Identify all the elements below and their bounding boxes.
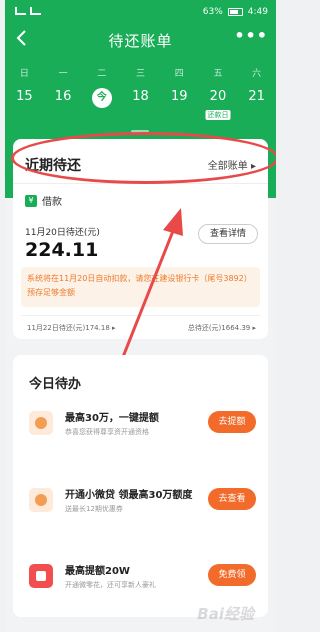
weekday-label: 六 — [252, 69, 262, 79]
date-row: 15 16 今 18 19 20 还款日 21 — [5, 84, 276, 120]
todo-title: 今日待办 — [29, 377, 82, 392]
due-date-number: 20 — [209, 89, 227, 104]
nav-bar: 待还账单 ••• — [5, 26, 276, 54]
loan-tag-label: 借款 — [42, 197, 62, 208]
recent-due-title: 近期待还 — [25, 158, 81, 174]
all-bills-label: 全部账单 — [207, 161, 248, 172]
todo-item-title: 最高30万，一键提额 — [65, 413, 159, 424]
status-right: 63% 4:49 — [203, 7, 268, 17]
battery-percent: 63% — [202, 7, 223, 17]
todo-item-subtitle: 送最长12期优惠券 — [65, 505, 123, 513]
drag-handle[interactable] — [131, 130, 149, 133]
weekday-label: 二 — [97, 69, 107, 79]
more-icon[interactable]: ••• — [234, 26, 268, 45]
total-due-summary[interactable]: 总待还(元)1664.39 ▸ — [188, 323, 256, 333]
todo-item-subtitle: 开通微零花，还可享新人豪礼 — [65, 581, 156, 589]
recent-due-card: 近期待还 全部账单 ▸ ¥ 借款 11月20日待还(元) 224.11 查看详情… — [13, 139, 268, 339]
limit-boost-icon — [29, 411, 53, 435]
auto-debit-notice: 系统将在11月20日自动扣款，请您在建设银行卡（尾号3892）预存足够金额 — [21, 267, 260, 307]
divider — [21, 315, 260, 316]
calendar-date-today[interactable]: 今 — [82, 84, 121, 110]
total-due-text: 总待还(元)1664.39 — [187, 324, 251, 332]
status-left — [15, 7, 41, 15]
micro-loan-icon — [29, 488, 53, 512]
app-screen: 63% 4:49 待还账单 ••• 日 一 二 三 四 五 六 15 16 今 … — [5, 0, 276, 632]
calendar-date[interactable]: 16 — [44, 84, 83, 110]
due-amount-label: 11月20日待还(元) — [25, 228, 100, 238]
chevron-right-icon: ▸ — [250, 161, 256, 172]
loan-icon: ¥ — [25, 194, 37, 207]
loan-tag: ¥ 借款 — [25, 193, 62, 208]
next-due-summary[interactable]: 11月22日待还(元)174.18 ▸ — [27, 323, 116, 333]
todo-item-subtitle: 恭喜您获得尊享资开通资格 — [65, 428, 149, 436]
red-envelope-icon — [29, 564, 53, 588]
next-due-text: 11月22日待还(元)174.18 — [27, 324, 110, 332]
calendar-date[interactable]: 15 — [5, 84, 44, 110]
watermark: Bai经验 — [197, 605, 254, 623]
view-details-button[interactable]: 查看详情 — [198, 224, 258, 244]
view-offer-button[interactable]: 去查看 — [208, 488, 256, 510]
todo-item-title: 最高提额20W — [65, 566, 130, 577]
battery-icon — [227, 8, 243, 16]
signal-icon — [15, 7, 26, 15]
divider — [13, 183, 268, 184]
weekday-label: 四 — [174, 69, 184, 79]
weekday-label: 五 — [213, 69, 223, 79]
todo-card: 今日待办 最高30万，一键提额 恭喜您获得尊享资开通资格 去提额 开通小微贷 领… — [13, 355, 268, 617]
weekday-label: 一 — [58, 69, 68, 79]
todo-item-title: 开通小微贷 领最高30万额度 — [65, 490, 193, 501]
todo-item: 最高30万，一键提额 恭喜您获得尊享资开通资格 去提额 — [13, 405, 268, 445]
wifi-icon — [30, 7, 41, 15]
calendar-date-due[interactable]: 20 还款日 — [199, 84, 238, 120]
weekday-label: 三 — [136, 69, 146, 79]
todo-item: 开通小微贷 领最高30万额度 送最长12期优惠券 去查看 — [13, 482, 268, 522]
weekday-label: 日 — [19, 69, 29, 79]
due-amount: 224.11 — [25, 239, 99, 261]
boost-limit-button[interactable]: 去提额 — [208, 411, 256, 433]
claim-free-button[interactable]: 免费领 — [208, 564, 256, 586]
todo-item: 最高提额20W 开通微零花，还可享新人豪礼 免费领 — [13, 558, 268, 598]
clock: 4:49 — [247, 7, 268, 17]
calendar-date[interactable]: 18 — [121, 84, 160, 110]
today-marker: 今 — [91, 88, 112, 108]
due-day-tag: 还款日 — [205, 110, 231, 120]
weekday-row: 日 一 二 三 四 五 六 — [5, 66, 276, 79]
all-bills-link[interactable]: 全部账单 ▸ — [208, 157, 256, 172]
status-bar: 63% 4:49 — [5, 0, 276, 24]
calendar-date[interactable]: 21 — [237, 84, 276, 110]
calendar-date[interactable]: 19 — [160, 84, 199, 110]
